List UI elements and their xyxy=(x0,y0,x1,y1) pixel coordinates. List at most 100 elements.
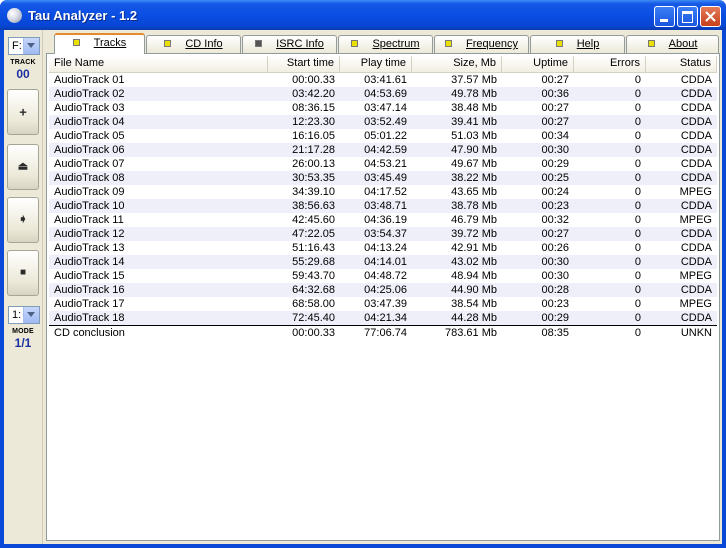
tab-frequency[interactable]: Frequency xyxy=(434,35,529,53)
column-header-uptime[interactable]: Uptime xyxy=(502,56,574,72)
size-cell: 38.54 Mb xyxy=(451,298,497,310)
size-cell: 49.67 Mb xyxy=(451,158,497,170)
file-name-cell: AudioTrack 14 xyxy=(54,256,125,268)
app-logo-icon xyxy=(7,8,22,23)
eject-button[interactable]: ⏏ xyxy=(7,144,39,190)
uptime-cell: 00:28 xyxy=(541,284,569,296)
close-button[interactable] xyxy=(700,6,721,27)
start-time-cell: 30:53.35 xyxy=(292,172,335,184)
table-row[interactable]: AudioTrack 13 51:16.43 04:13.24 42.91 Mb 00:… xyxy=(49,241,717,255)
table-row[interactable]: AudioTrack 09 34:39.10 04:17.52 43.65 Mb 00:… xyxy=(49,185,717,199)
file-name-cell: AudioTrack 16 xyxy=(54,284,125,296)
play-time-cell: 04:14.01 xyxy=(364,256,407,268)
tab-cd-info[interactable]: CD Info xyxy=(146,35,241,53)
table-row[interactable]: AudioTrack 03 08:36.15 03:47.14 38.48 Mb 00:… xyxy=(49,101,717,115)
drive-select[interactable]: F: xyxy=(8,37,40,55)
table-row[interactable]: AudioTrack 18 72:45.40 04:21.34 44.28 Mb 00:… xyxy=(49,311,717,325)
tab-spectrum[interactable]: Spectrum xyxy=(338,35,433,53)
tab-isrc-info[interactable]: ISRC Info xyxy=(242,35,337,53)
play-time-cell: 04:42.59 xyxy=(364,144,407,156)
uptime-cell: 00:32 xyxy=(541,214,569,226)
uptime-cell: 00:24 xyxy=(541,186,569,198)
table-row[interactable]: AudioTrack 14 55:29.68 04:14.01 43.02 Mb 00:… xyxy=(49,255,717,269)
mode-select-value: 1: xyxy=(12,309,22,321)
column-header-errors[interactable]: Errors xyxy=(574,56,646,72)
maximize-icon xyxy=(682,11,693,23)
chevron-down-icon[interactable] xyxy=(23,307,39,323)
table-row[interactable]: AudioTrack 05 16:16.05 05:01.22 51.03 Mb 00:… xyxy=(49,129,717,143)
column-header-play-time[interactable]: Play time xyxy=(340,56,412,72)
status-led-icon xyxy=(164,39,172,47)
tab-label: About xyxy=(668,38,698,50)
left-control-panel: F: TRACK 00 + ⏏ ➧ ■ 1: MODE 1/1 xyxy=(4,30,43,544)
start-time-cell: 03:42.20 xyxy=(292,88,335,100)
errors-cell: 0 xyxy=(634,214,641,226)
plus-icon: + xyxy=(19,104,27,120)
table-row[interactable]: AudioTrack 15 59:43.70 04:48.72 48.94 Mb 00:… xyxy=(49,269,717,283)
table-row[interactable]: AudioTrack 10 38:56.63 03:48.71 38.78 Mb 00:… xyxy=(49,199,717,213)
chevron-down-icon[interactable] xyxy=(23,38,39,54)
column-header-size[interactable]: Size, Mb xyxy=(412,56,502,72)
file-name-cell: AudioTrack 05 xyxy=(54,130,125,142)
errors-cell: 0 xyxy=(634,242,641,254)
uptime-cell: 00:26 xyxy=(541,242,569,254)
summary-row[interactable]: CD conclusion 00:00.33 77:06.74 783.61 Mb 08… xyxy=(49,325,717,339)
status-cell: CDDA xyxy=(680,284,712,296)
play-time-cell: 03:47.39 xyxy=(364,298,407,310)
table-row[interactable]: AudioTrack 07 26:00.13 04:53.21 49.67 Mb 00:… xyxy=(49,157,717,171)
mode-select[interactable]: 1: xyxy=(8,306,40,324)
uptime-cell: 00:27 xyxy=(541,74,569,86)
table-row[interactable]: AudioTrack 11 42:45.60 04:36.19 46.79 Mb 00:… xyxy=(49,213,717,227)
tab-tracks[interactable]: Tracks xyxy=(54,33,145,54)
title-bar[interactable]: Tau Analyzer - 1.2 xyxy=(0,0,726,30)
size-cell: 37.57 Mb xyxy=(451,74,497,86)
table-row[interactable]: AudioTrack 16 64:32.68 04:25.06 44.90 Mb 00:… xyxy=(49,283,717,297)
table-row[interactable]: AudioTrack 01 00:00.33 03:41.61 37.57 Mb 00:… xyxy=(49,73,717,87)
errors-cell: 0 xyxy=(634,144,641,156)
file-name-cell: AudioTrack 09 xyxy=(54,186,125,198)
start-time-cell: 68:58.00 xyxy=(292,298,335,310)
play-button[interactable]: ➧ xyxy=(7,197,39,243)
tab-about[interactable]: About xyxy=(626,35,719,53)
status-cell: CDDA xyxy=(680,88,712,100)
eject-icon: ⏏ xyxy=(17,160,29,173)
table-row[interactable]: AudioTrack 17 68:58.00 03:47.39 38.54 Mb 00:… xyxy=(49,297,717,311)
uptime-cell: 00:34 xyxy=(541,130,569,142)
uptime-cell: 08:35 xyxy=(541,327,569,339)
table-row[interactable]: AudioTrack 08 30:53.35 03:45.49 38.22 Mb 00:… xyxy=(49,171,717,185)
tracks-panel: File Name Start time Play time Size, Mb … xyxy=(46,53,720,541)
column-header-file-name[interactable]: File Name xyxy=(49,56,268,72)
start-time-cell: 00:00.33 xyxy=(292,327,335,339)
add-button[interactable]: + xyxy=(7,89,39,135)
size-cell: 38.22 Mb xyxy=(451,172,497,184)
client-area: F: TRACK 00 + ⏏ ➧ ■ 1: MODE 1/1 Tracks C… xyxy=(4,30,722,544)
size-cell: 48.94 Mb xyxy=(451,270,497,282)
table-row[interactable]: AudioTrack 06 21:17.28 04:42.59 47.90 Mb 00:… xyxy=(49,143,717,157)
column-header-status[interactable]: Status xyxy=(646,56,717,72)
file-name-cell: AudioTrack 15 xyxy=(54,270,125,282)
table-row[interactable]: AudioTrack 04 12:23.30 03:52.49 39.41 Mb 00:… xyxy=(49,115,717,129)
errors-cell: 0 xyxy=(634,158,641,170)
maximize-button[interactable] xyxy=(677,6,698,27)
table-row[interactable]: AudioTrack 02 03:42.20 04:53.69 49.78 Mb 00:… xyxy=(49,87,717,101)
size-cell: 49.78 Mb xyxy=(451,88,497,100)
errors-cell: 0 xyxy=(634,186,641,198)
minimize-button[interactable] xyxy=(654,6,675,27)
uptime-cell: 00:29 xyxy=(541,158,569,170)
play-time-cell: 03:54.37 xyxy=(364,228,407,240)
tab-help[interactable]: Help xyxy=(530,35,625,53)
play-time-cell: 04:21.34 xyxy=(364,312,407,324)
table-row[interactable]: AudioTrack 12 47:22.05 03:54.37 39.72 Mb 00:… xyxy=(49,227,717,241)
mode-label: MODE xyxy=(12,328,34,335)
errors-cell: 0 xyxy=(634,284,641,296)
play-time-cell: 04:13.24 xyxy=(364,242,407,254)
size-cell: 39.41 Mb xyxy=(451,116,497,128)
size-cell: 51.03 Mb xyxy=(451,130,497,142)
stop-icon: ■ xyxy=(19,267,27,278)
status-cell: MPEG xyxy=(679,214,712,226)
column-header-start-time[interactable]: Start time xyxy=(268,56,340,72)
start-time-cell: 59:43.70 xyxy=(292,270,335,282)
uptime-cell: 00:25 xyxy=(541,172,569,184)
stop-button[interactable]: ■ xyxy=(7,250,39,296)
errors-cell: 0 xyxy=(634,74,641,86)
